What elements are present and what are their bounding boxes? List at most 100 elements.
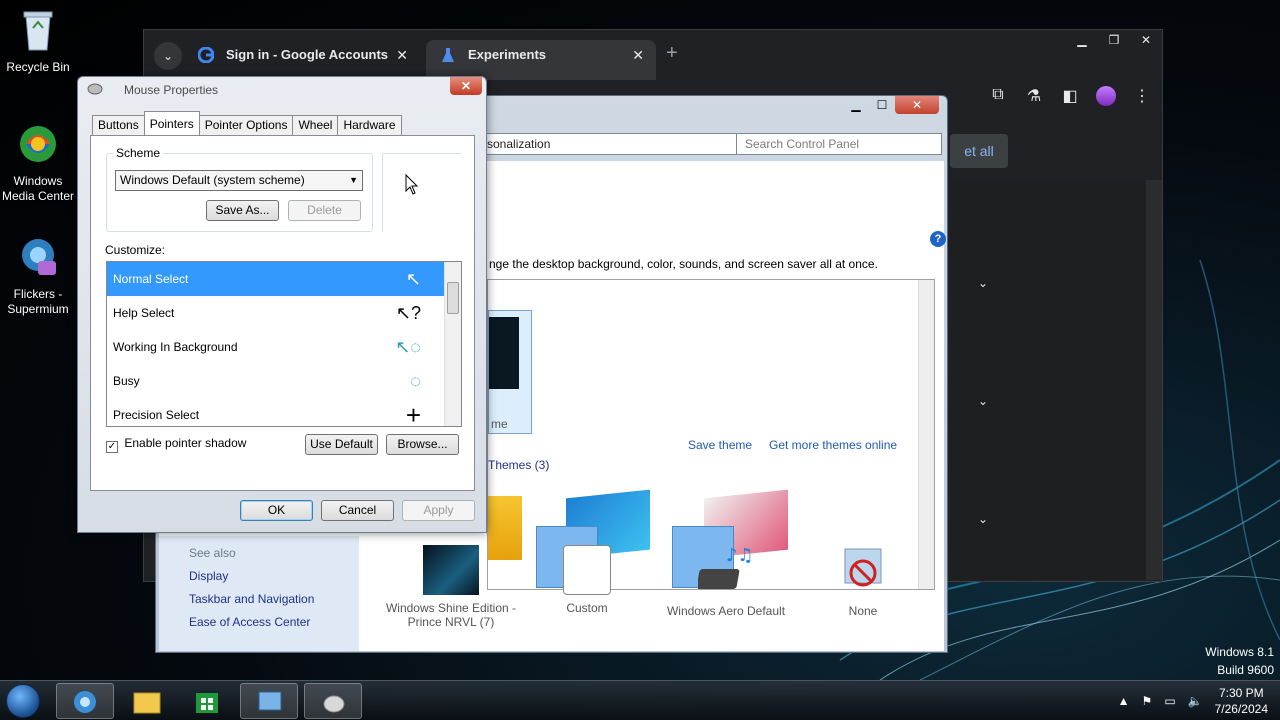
ease-of-access-link[interactable]: Ease of Access Center [189, 615, 310, 629]
desktop-icon-supermium[interactable]: Flickers - Supermium [0, 235, 76, 317]
cursor-name: Busy [113, 374, 140, 388]
installed-themes-header: Themes (3) [488, 458, 550, 472]
minimize-icon[interactable]: ▁ [843, 96, 869, 114]
pointers-panel: Scheme Windows Default (system scheme) ▼… [90, 135, 475, 491]
cursor-list-scrollbar[interactable] [444, 262, 461, 426]
chevron-down-icon[interactable]: ⌄ [978, 276, 988, 290]
window-controls: ▁ ☐ ✕ [843, 96, 939, 114]
scheme-select[interactable]: Windows Default (system scheme) ▼ [115, 170, 363, 191]
cursor-row-busy[interactable]: Busy ◌ [107, 364, 445, 398]
close-button[interactable]: ✕ [450, 77, 482, 95]
use-default-button[interactable]: Use Default [305, 434, 378, 455]
extensions-icon[interactable]: ⧉ [988, 86, 1008, 106]
get-more-themes-link[interactable]: Get more themes online [769, 438, 897, 452]
clock-date: 7/26/2024 [1214, 702, 1268, 716]
customize-label: Customize: [105, 243, 166, 257]
clock[interactable]: 7:30 PM 7/26/2024 [1215, 685, 1268, 717]
svg-text:♪♫: ♪♫ [726, 545, 754, 566]
taskbar-mouse-properties[interactable] [304, 683, 362, 719]
cursor-row-normal-select[interactable]: Normal Select ↖ [107, 262, 445, 296]
taskbar-navigation-link[interactable]: Taskbar and Navigation [189, 592, 314, 606]
internet-explorer-icon [74, 691, 96, 713]
side-panel-icon[interactable]: ◧ [1060, 86, 1080, 106]
close-icon[interactable]: ✕ [1130, 30, 1162, 50]
arrow-cursor-icon [405, 174, 419, 195]
scrollbar-thumb[interactable] [447, 282, 459, 314]
profile-avatar[interactable] [1096, 86, 1116, 106]
tab-hardware[interactable]: Hardware [337, 115, 402, 135]
browser-toolbar: ⧉ ⚗ ◧ ⋮ [988, 86, 1152, 106]
color-item[interactable]: Custom [517, 545, 657, 615]
cursor-row-working[interactable]: Working In Background ↖◌ [107, 330, 445, 364]
cancel-button[interactable]: Cancel [321, 500, 394, 521]
scheme-group: Scheme Windows Default (system scheme) ▼… [106, 146, 373, 232]
checkbox[interactable]: ✓ [106, 441, 118, 453]
enable-pointer-shadow[interactable]: ✓ Enable pointer shadow [106, 436, 246, 453]
desktop-icon-recycle-bin[interactable]: Recycle Bin [0, 8, 76, 75]
ok-button[interactable]: OK [240, 500, 313, 521]
display-link[interactable]: Display [189, 569, 228, 583]
save-as-button[interactable]: Save As... [206, 200, 279, 221]
delete-button[interactable]: Delete [288, 200, 361, 221]
google-icon [198, 47, 214, 63]
start-button[interactable] [6, 684, 40, 718]
tab-buttons[interactable]: Buttons [92, 115, 145, 135]
page-description: nge the desktop background, color, sound… [489, 257, 878, 271]
flask-icon[interactable]: ⚗ [1024, 86, 1044, 106]
help-icon[interactable]: ? [930, 231, 946, 247]
flag-icon[interactable]: ⚑ [1142, 694, 1153, 708]
scheme-label: Scheme [113, 146, 164, 160]
cursor-row-precision[interactable]: Precision Select + [107, 398, 445, 427]
apply-button[interactable]: Apply [402, 500, 475, 521]
tab-wheel[interactable]: Wheel [292, 115, 339, 135]
desktop-icon-media-center[interactable]: Windows Media Center [0, 122, 76, 204]
crosshair-cursor-icon: + [405, 400, 421, 427]
scheme-value: Windows Default (system scheme) [120, 173, 305, 187]
checkbox-label: Enable pointer shadow [124, 436, 247, 450]
new-tab-button[interactable]: + [666, 42, 678, 65]
chevron-down-icon[interactable]: ⌄ [978, 394, 988, 408]
close-icon[interactable]: ✕ [895, 96, 939, 114]
menu-icon[interactable]: ⋮ [1132, 86, 1152, 106]
taskbar-internet-explorer[interactable] [56, 683, 114, 719]
reset-all-button[interactable]: et all [950, 134, 1008, 168]
volume-icon[interactable]: 🔈 [1188, 694, 1203, 708]
network-icon[interactable]: ▭ [1164, 694, 1175, 708]
screensaver-item[interactable]: None [793, 545, 933, 618]
control-panel-icon [258, 691, 282, 711]
arrow-cursor-icon: ↖ [405, 269, 421, 289]
supermium-icon [22, 239, 56, 275]
taskbar-store[interactable] [178, 683, 236, 719]
maximize-icon[interactable]: ❐ [1098, 30, 1130, 50]
sounds-item[interactable]: ♪♫ Windows Aero Default [656, 545, 796, 618]
system-tray: ▲ ⚑ ▭ 🔈 7:30 PM 7/26/2024 [1118, 681, 1268, 720]
browser-scrollbar[interactable] [1146, 180, 1162, 580]
tab-search-button[interactable]: ⌄ [154, 42, 182, 70]
tab-pointer-options[interactable]: Pointer Options [198, 115, 294, 135]
close-tab-icon[interactable]: ✕ [632, 40, 644, 70]
tab-experiments[interactable]: Experiments ✕ [426, 40, 656, 80]
minimize-icon[interactable]: ▁ [1066, 30, 1098, 50]
taskbar-control-panel[interactable] [240, 683, 298, 719]
cursor-list[interactable]: Normal Select ↖ Help Select ↖? Working I… [106, 261, 462, 427]
desktop-background-icon [423, 545, 479, 595]
tab-google-accounts[interactable]: Sign in - Google Accounts ✕ [184, 40, 420, 80]
cursor-row-help-select[interactable]: Help Select ↖? [107, 296, 445, 330]
busy-cursor-icon: ◌ [410, 371, 421, 391]
working-cursor-icon: ↖◌ [395, 337, 421, 357]
tab-pointers[interactable]: Pointers [143, 111, 200, 135]
show-hidden-icon[interactable]: ▲ [1118, 694, 1130, 708]
desktop-background-item[interactable]: Windows Shine Edition - Prince NRVL (7) [381, 545, 521, 629]
chevron-down-icon[interactable]: ⌄ [978, 512, 988, 526]
see-also-header: See also [189, 546, 236, 560]
chevron-down-icon: ▼ [349, 175, 358, 185]
theme-selected-tile[interactable]: me [488, 310, 532, 434]
tab-strip: ⌄ Sign in - Google Accounts ✕ Experiment… [144, 30, 1162, 80]
maximize-icon[interactable]: ☐ [869, 96, 895, 114]
save-theme-link[interactable]: Save theme [688, 438, 752, 452]
taskbar-file-explorer[interactable] [118, 683, 176, 719]
browse-button[interactable]: Browse... [386, 434, 459, 455]
search-input[interactable]: Search Control Panel [736, 133, 942, 155]
close-tab-icon[interactable]: ✕ [396, 40, 408, 70]
themes-scrollbar[interactable] [918, 280, 934, 589]
